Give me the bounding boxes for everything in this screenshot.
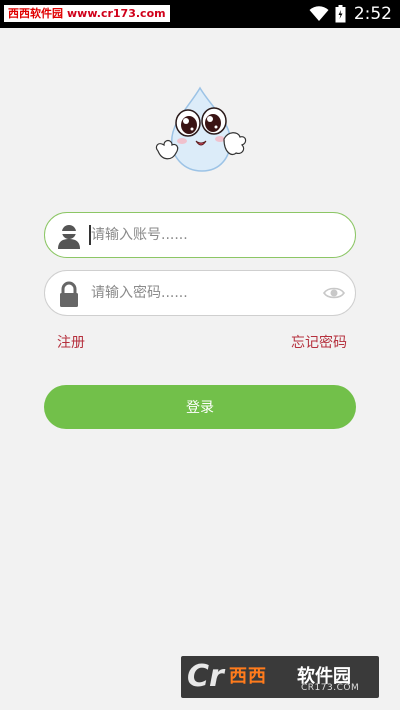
- eye-icon[interactable]: [323, 285, 345, 301]
- watermark-top: 西西软件园 www.cr173.com: [4, 5, 170, 22]
- login-button[interactable]: 登录: [44, 385, 356, 429]
- username-field[interactable]: [44, 212, 356, 258]
- watermark-brand: 西西: [229, 666, 267, 687]
- watermark-url: www.cr173.com: [67, 7, 166, 20]
- password-input[interactable]: [91, 271, 321, 315]
- lock-icon: [60, 281, 78, 307]
- register-link[interactable]: 注册: [57, 332, 85, 352]
- status-time: 2:52: [353, 4, 392, 24]
- watermark-logo-letter: Cr: [187, 659, 224, 694]
- battery-icon: [335, 5, 346, 23]
- watermark-site-name: 西西软件园: [8, 7, 63, 20]
- status-icons: 2:52: [309, 0, 392, 28]
- watermark-domain: CR173.COM: [301, 683, 360, 693]
- forgot-password-link[interactable]: 忘记密码: [291, 332, 347, 352]
- wifi-icon: [309, 6, 329, 21]
- status-bar: 西西软件园 www.cr173.com 2:52: [0, 0, 400, 28]
- user-icon: [58, 225, 80, 249]
- water-drop-mascot: [155, 86, 247, 172]
- password-field[interactable]: [44, 270, 356, 316]
- text-cursor: [89, 225, 91, 245]
- watermark-bottom: Cr 西西 软件园 CR173.COM: [181, 656, 379, 698]
- username-input[interactable]: [91, 213, 321, 257]
